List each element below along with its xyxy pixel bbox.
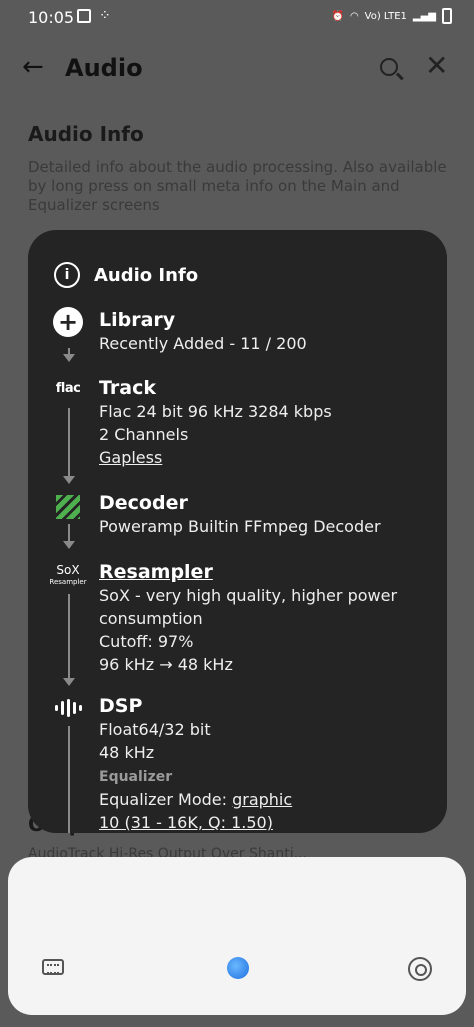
library-line: Recently Added - 11 / 200	[99, 334, 307, 353]
close-icon[interactable]: ✕	[425, 52, 448, 80]
audio-info-setting[interactable]: Audio Info Detailed info about the audio…	[28, 122, 448, 215]
resampler-line: SoX - very high quality, higher power	[99, 586, 398, 605]
waveform-icon	[52, 692, 84, 724]
status-notification-icons: ⁘	[77, 9, 115, 23]
equalizer-subheading: Equalizer	[99, 769, 173, 785]
arrow-down-icon	[63, 678, 75, 686]
resampler-line: 96 kHz → 48 kHz	[99, 655, 233, 674]
info-icon: i	[54, 262, 80, 288]
gear-icon[interactable]	[408, 957, 432, 981]
track-heading: Track	[99, 377, 156, 399]
connector-line	[68, 408, 70, 478]
flac-icon: flac	[55, 380, 81, 396]
track-line: Flac 24 bit 96 kHz 3284 kbps	[99, 402, 332, 421]
status-system-icons: ⏰ ◠ Vo) LTE1 ▂▄▆	[331, 8, 452, 24]
voice-assistant-icon[interactable]	[227, 957, 249, 979]
battery-icon	[442, 8, 452, 24]
search-icon[interactable]	[380, 58, 398, 76]
audio-info-setting-desc: Detailed info about the audio processing…	[28, 158, 447, 214]
resampler-heading[interactable]: Resampler	[99, 560, 397, 584]
equalizer-bands-link[interactable]: 10 (31 - 16K, Q: 1.50)	[99, 811, 292, 833]
track-line: 2 Channels	[99, 425, 189, 444]
decoder-icon	[52, 491, 84, 523]
connector-line	[68, 594, 70, 680]
network-label: Vo) LTE1	[364, 10, 407, 22]
audio-info-dialog: i Audio Info + Library Recently Added - …	[28, 230, 447, 833]
back-arrow-icon[interactable]: ←	[22, 54, 44, 80]
keyboard-panel	[8, 857, 466, 1015]
equalizer-mode-link[interactable]: graphic	[232, 790, 292, 809]
gallery-icon	[77, 9, 91, 23]
dialog-header: i Audio Info	[54, 262, 198, 288]
audio-info-setting-title: Audio Info	[28, 122, 144, 146]
resampler-line: Cutoff: 97%	[99, 632, 194, 651]
status-bar: 10:05 ⁘ ⏰ ◠ Vo) LTE1 ▂▄▆	[0, 0, 474, 36]
dsp-heading: DSP	[99, 695, 143, 717]
library-heading: Library	[99, 309, 176, 331]
gapless-link[interactable]: Gapless	[99, 446, 332, 469]
dsp-line: Float64/32 bit	[99, 720, 211, 739]
arrow-down-icon	[63, 354, 75, 362]
resampler-line: consumption	[99, 609, 203, 628]
dots-icon: ⁘	[99, 8, 111, 24]
decoder-heading: Decoder	[99, 492, 188, 514]
app-bar: ← Audio ✕	[0, 36, 474, 102]
equalizer-mode: Equalizer Mode: graphic	[99, 790, 293, 809]
alarm-icon: ⏰	[331, 10, 344, 22]
dialog-title: Audio Info	[94, 264, 199, 286]
wifi-icon: ◠	[349, 10, 359, 22]
arrow-down-icon	[63, 476, 75, 484]
plus-icon: +	[52, 306, 84, 338]
status-time: 10:05	[28, 8, 75, 27]
connector-line	[68, 726, 70, 833]
keyboard-icon[interactable]	[42, 959, 64, 975]
arrow-down-icon	[63, 541, 75, 549]
signal-icon: ▂▄▆	[412, 10, 436, 22]
decoder-line: Poweramp Builtin FFmpeg Decoder	[99, 517, 381, 536]
sox-icon: SoX Resampler	[49, 563, 87, 586]
page-title: Audio	[65, 54, 143, 82]
dsp-line: 48 kHz	[99, 743, 155, 762]
